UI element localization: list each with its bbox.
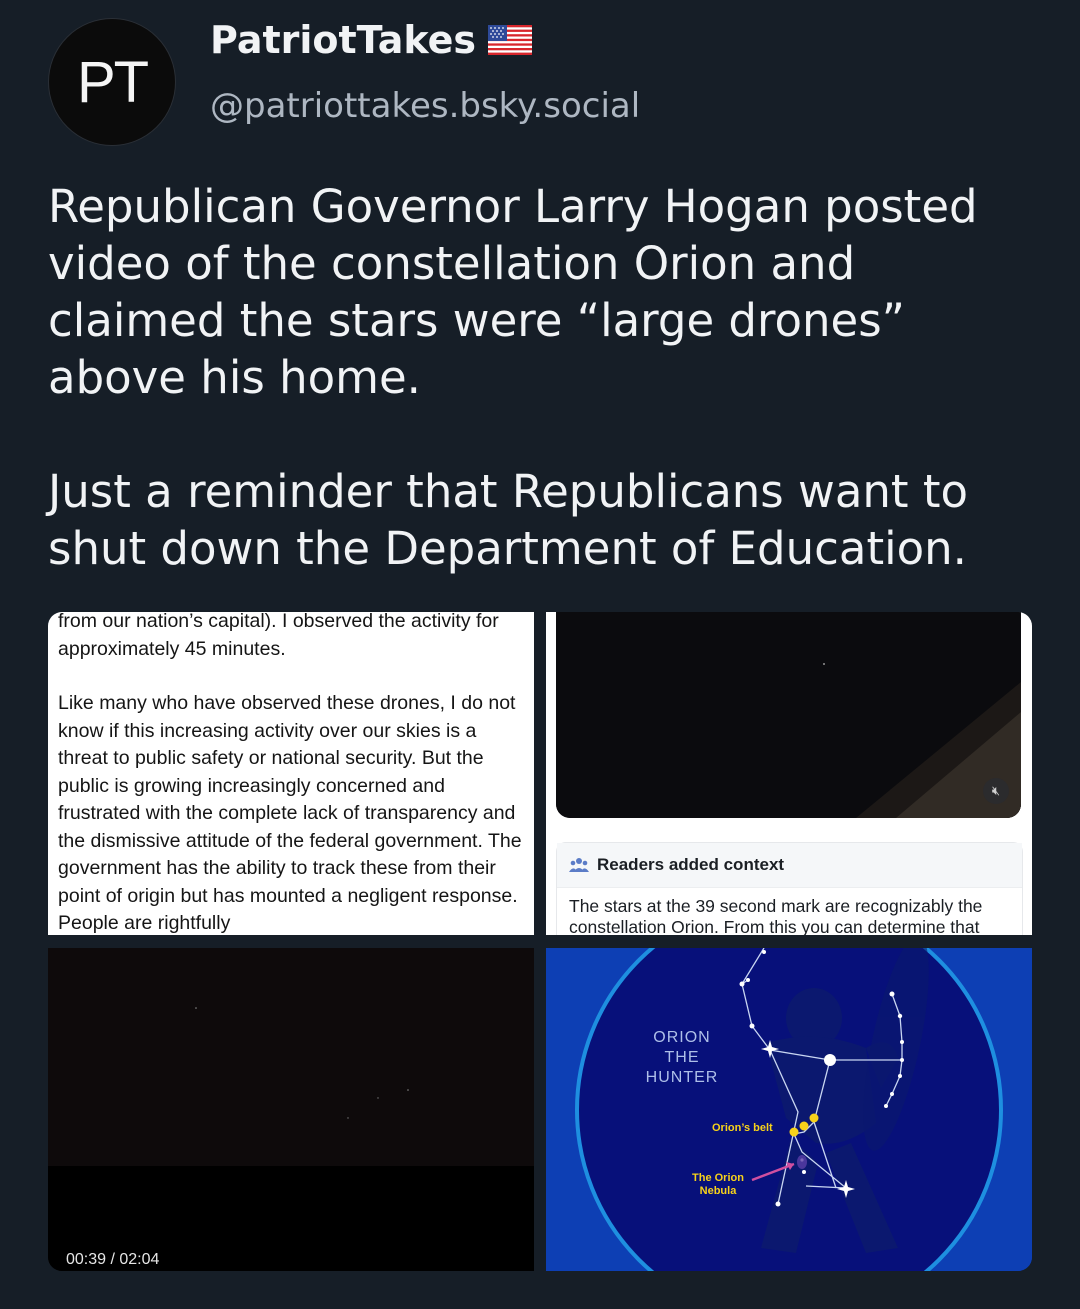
nebula-label: The Orion Nebula — [692, 1172, 744, 1197]
orion-title: ORION THE HUNTER — [645, 1029, 719, 1086]
post-paragraph: Just a reminder that Republicans want to… — [48, 465, 969, 575]
belt-label: Orion’s belt — [712, 1122, 773, 1134]
image-letter-screenshot[interactable]: from our nation’s capital). I observed t… — [48, 612, 534, 935]
video-timestamp: 00:39 / 02:04 — [66, 1251, 160, 1268]
community-note-title: Readers added context — [597, 855, 785, 874]
community-note-header: Readers added context — [557, 843, 1022, 888]
post-paragraph: Republican Governor Larry Hogan posted v… — [48, 180, 978, 404]
image-orion-diagram[interactable]: ORION THE HUNTER Orion’s belt The Orion … — [546, 948, 1032, 1271]
letter-paragraph: Like many who have observed these drones… — [58, 692, 522, 934]
image-community-note-screenshot[interactable]: 🔇︎ Readers added context The stars at th… — [546, 612, 1032, 935]
people-icon — [569, 858, 589, 872]
letter-text: from our nation’s capital). I observed t… — [58, 612, 528, 935]
orion-constellation-graphic — [546, 948, 1032, 1271]
speaker-muted-icon[interactable]: 🔇︎ — [983, 778, 1009, 804]
handle[interactable]: @patriottakes.bsky.social — [210, 86, 640, 126]
community-note-body: The stars at the 39 second mark are reco… — [569, 896, 983, 935]
author-name-row[interactable]: PatriotTakes — [210, 18, 532, 62]
post-text: Republican Governor Larry Hogan posted v… — [48, 178, 1038, 577]
dark-sky-graphic — [48, 948, 534, 1271]
letter-paragraph: from our nation’s capital). I observed t… — [58, 612, 499, 660]
avatar-initials: PT — [76, 49, 149, 115]
display-name[interactable]: PatriotTakes — [210, 18, 476, 62]
us-flag-icon — [487, 25, 532, 55]
community-note: Readers added context The stars at the 3… — [556, 842, 1023, 935]
avatar[interactable]: PT — [48, 18, 176, 146]
night-sky-graphic — [556, 612, 1021, 818]
video-thumbnail: 🔇︎ — [556, 612, 1021, 818]
image-video-still[interactable]: 00:39 / 02:04 — [48, 948, 534, 1271]
